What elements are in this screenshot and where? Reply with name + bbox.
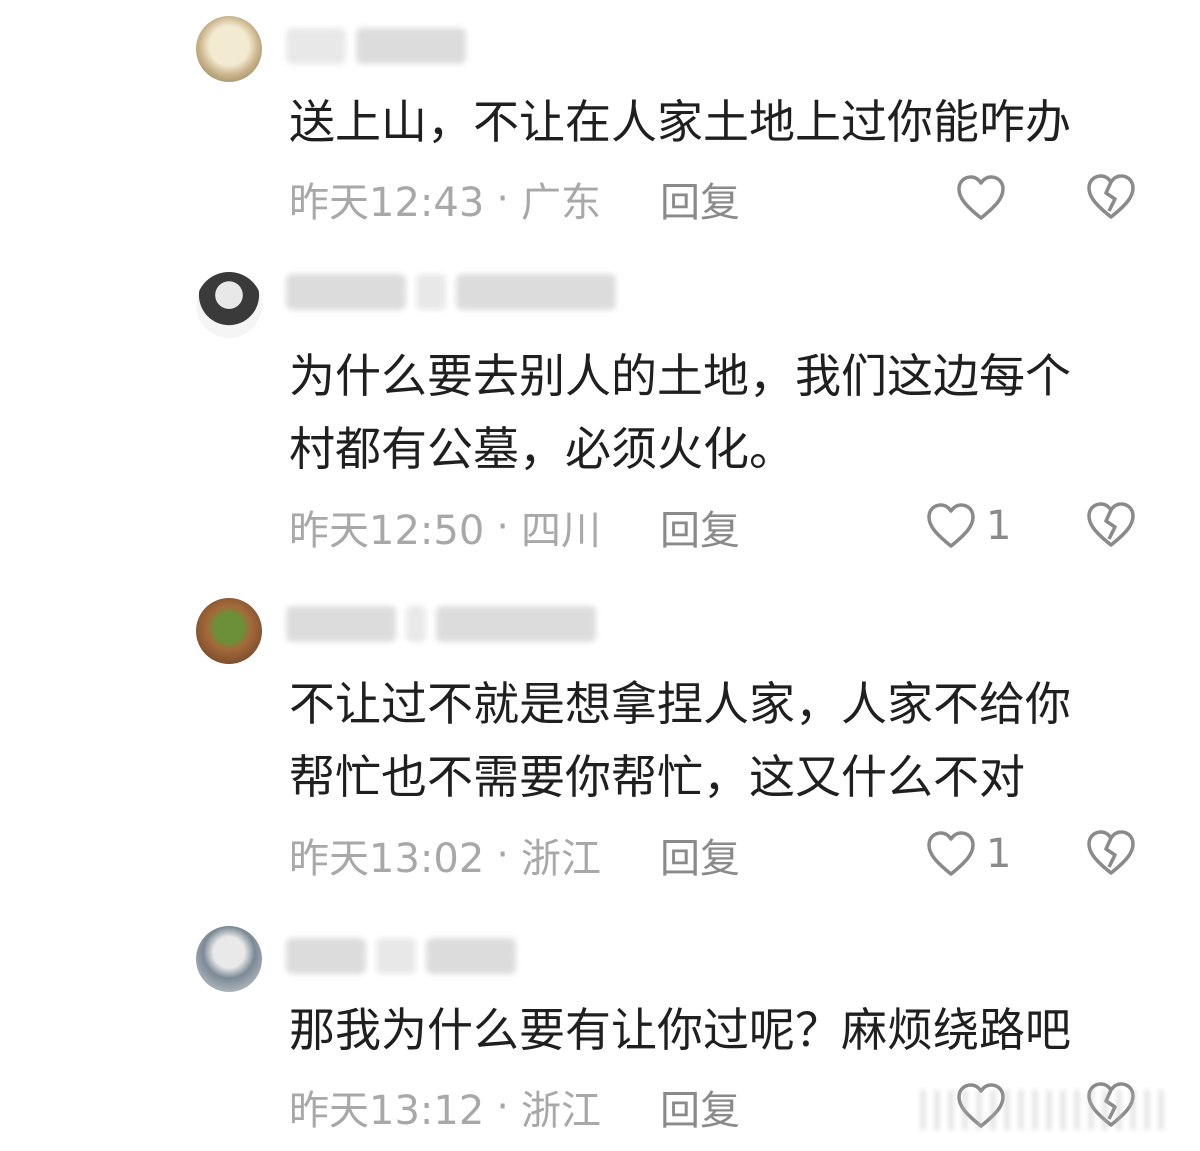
watermark — [920, 1090, 1170, 1130]
broken-heart-icon — [1086, 830, 1136, 881]
heart-outline-icon — [956, 174, 1006, 222]
avatar[interactable] — [196, 16, 262, 82]
comment-item: 为什么要去别人的土地，我们这边每个 村都有公墓，必须火化。 昨天12:50 · … — [0, 250, 1200, 570]
comment-time: 昨天13:02 — [289, 836, 485, 882]
comment-item: 送上山，不让在人家土地上过你能咋办 昨天12:43 · 广东 回复 — [0, 0, 1200, 240]
avatar[interactable] — [196, 598, 262, 664]
separator-dot: · — [496, 1084, 509, 1130]
reply-button[interactable]: 回复 — [660, 174, 740, 226]
comment-time: 昨天12:50 — [289, 508, 485, 554]
comment-location: 广东 — [521, 180, 601, 226]
comment-location: 四川 — [521, 508, 601, 554]
heart-outline-icon — [926, 502, 976, 550]
comment-meta: 昨天13:02 · 浙江 — [289, 830, 601, 882]
dislike-button[interactable] — [1086, 173, 1136, 223]
dislike-button[interactable] — [1086, 501, 1136, 551]
like-button[interactable]: 1 — [926, 498, 1011, 554]
separator-dot: · — [496, 832, 509, 878]
comment-text: 不让过不就是想拿捏人家，人家不给你 帮忙也不需要你帮忙，这又什么不对 — [289, 677, 1071, 804]
comment-text: 那我为什么要有让你过呢？麻烦绕路吧 — [289, 1003, 1071, 1057]
like-button[interactable]: 1 — [926, 826, 1011, 882]
avatar[interactable] — [196, 272, 262, 338]
username-blurred[interactable] — [286, 270, 616, 314]
like-count: 1 — [986, 831, 1012, 877]
username-blurred[interactable] — [286, 934, 516, 978]
comment-meta: 昨天12:43 · 广东 — [289, 174, 601, 226]
separator-dot: · — [496, 176, 509, 222]
reply-button[interactable]: 回复 — [660, 502, 740, 554]
separator-dot: · — [496, 504, 509, 550]
broken-heart-icon — [1086, 502, 1136, 553]
comment-meta: 昨天12:50 · 四川 — [289, 502, 601, 554]
like-count: 1 — [986, 503, 1012, 549]
comment-time: 昨天13:12 — [289, 1088, 485, 1134]
reply-button[interactable]: 回复 — [660, 1082, 740, 1134]
like-button[interactable] — [956, 170, 1016, 226]
comment-text: 送上山，不让在人家土地上过你能咋办 — [289, 95, 1071, 149]
avatar[interactable] — [196, 926, 262, 992]
reply-button[interactable]: 回复 — [660, 830, 740, 882]
comment-location: 浙江 — [521, 836, 601, 882]
broken-heart-icon — [1086, 174, 1136, 225]
comment-text: 为什么要去别人的土地，我们这边每个 村都有公墓，必须火化。 — [289, 349, 1071, 476]
heart-outline-icon — [926, 830, 976, 878]
username-blurred[interactable] — [286, 602, 596, 646]
comment-meta: 昨天13:12 · 浙江 — [289, 1082, 601, 1134]
dislike-button[interactable] — [1086, 829, 1136, 879]
username-blurred[interactable] — [286, 24, 466, 68]
comment-item: 不让过不就是想拿捏人家，人家不给你 帮忙也不需要你帮忙，这又什么不对 昨天13:… — [0, 580, 1200, 900]
comment-time: 昨天12:43 — [289, 180, 485, 226]
comment-location: 浙江 — [521, 1088, 601, 1134]
